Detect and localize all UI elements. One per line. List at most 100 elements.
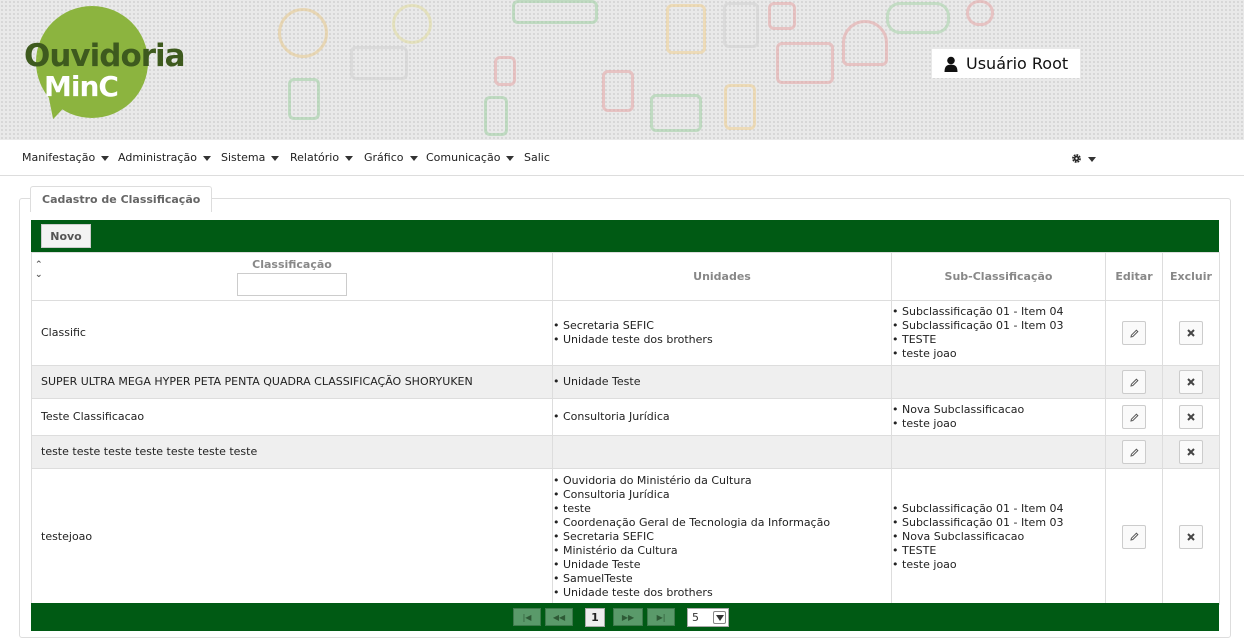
edit-button[interactable] bbox=[1122, 405, 1146, 429]
sub-classificacao-item: Subclassificação 01 - Item 04 bbox=[892, 305, 1105, 319]
unidade-item: SamuelTeste bbox=[553, 572, 891, 586]
menu-sistema[interactable]: Sistema bbox=[221, 151, 280, 164]
classificacao-filter-input[interactable] bbox=[237, 272, 347, 296]
pencil-icon bbox=[1129, 447, 1139, 457]
column-editar: Editar bbox=[1105, 252, 1163, 301]
deco-briefcase-icon bbox=[776, 42, 834, 84]
column-classificacao[interactable]: ⌃ ⌄ Classificação bbox=[31, 252, 553, 301]
menu-manifestacao-label: Manifestação bbox=[22, 151, 96, 164]
deco-gamepad-icon bbox=[886, 2, 950, 34]
cell-classificacao: Teste Classificacao bbox=[31, 398, 553, 436]
unidade-item: Coordenação Geral de Tecnologia da Infor… bbox=[553, 516, 891, 530]
caret-down-icon bbox=[271, 156, 280, 161]
menu-sistema-label: Sistema bbox=[221, 151, 266, 164]
unidade-item: Ouvidoria do Ministério da Cultura bbox=[553, 474, 891, 488]
pencil-icon bbox=[1129, 412, 1139, 422]
first-page-icon[interactable]: |◀ bbox=[513, 608, 541, 626]
cell-sub-classificacao bbox=[891, 435, 1106, 469]
edit-button[interactable] bbox=[1122, 370, 1146, 394]
menu-grafico[interactable]: Gráfico bbox=[364, 151, 418, 164]
previous-page-icon[interactable]: ◀◀ bbox=[545, 608, 573, 626]
deco-headphones-icon bbox=[842, 20, 888, 66]
deco-hourglass-icon bbox=[494, 56, 516, 86]
delete-button[interactable] bbox=[1179, 370, 1203, 394]
cell-unidades: Unidade Teste bbox=[552, 365, 892, 399]
unidade-item: Unidade teste dos brothers bbox=[553, 333, 891, 347]
sub-classificacao-item: teste joao bbox=[892, 347, 1105, 361]
chevron-down-icon bbox=[713, 611, 726, 624]
menu-salic[interactable]: Salic bbox=[524, 151, 550, 164]
cell-editar bbox=[1105, 398, 1163, 436]
edit-button[interactable] bbox=[1122, 524, 1146, 549]
edit-button[interactable] bbox=[1122, 440, 1146, 464]
cell-excluir bbox=[1162, 468, 1220, 605]
next-page-icon[interactable]: ▶▶ bbox=[613, 608, 643, 626]
cell-unidades: Secretaria SEFICUnidade teste dos brothe… bbox=[552, 300, 892, 366]
rows-per-page-select[interactable]: 5 bbox=[687, 608, 729, 627]
logo-text-minc: MinC bbox=[44, 70, 119, 103]
caret-down-icon bbox=[409, 156, 418, 161]
unidade-item: Secretaria SEFIC bbox=[553, 319, 891, 333]
deco-save-icon bbox=[768, 2, 796, 30]
close-icon bbox=[1187, 532, 1195, 541]
delete-button[interactable] bbox=[1179, 321, 1203, 345]
current-page-button[interactable]: 1 bbox=[585, 608, 605, 627]
cell-excluir bbox=[1162, 435, 1220, 469]
table-row: testejoaoOuvidoria do Ministério da Cult… bbox=[31, 468, 1220, 605]
menu-relatorio[interactable]: Relatório bbox=[290, 151, 354, 164]
sub-classificacao-item: Nova Subclassificacao bbox=[892, 530, 1105, 544]
sort-icon[interactable]: ⌃ ⌄ bbox=[35, 260, 43, 280]
rows-per-page-value: 5 bbox=[692, 611, 699, 624]
delete-button[interactable] bbox=[1179, 440, 1203, 464]
cell-unidades bbox=[552, 435, 892, 469]
unidade-item: Unidade teste dos brothers bbox=[553, 586, 891, 600]
close-icon bbox=[1187, 378, 1195, 386]
column-classificacao-label: Classificação bbox=[252, 257, 332, 271]
sub-classificacao-item: teste joao bbox=[892, 417, 1105, 431]
menu-administracao[interactable]: Administração bbox=[118, 151, 211, 164]
cell-classificacao: Classific bbox=[31, 300, 553, 366]
table-row: Teste ClassificacaoConsultoria JurídicaN… bbox=[31, 398, 1220, 436]
pencil-icon bbox=[1129, 328, 1139, 338]
caret-down-icon bbox=[506, 156, 515, 161]
user-menu[interactable]: Usuário Root bbox=[932, 49, 1080, 78]
caret-down-icon bbox=[202, 156, 211, 161]
close-icon bbox=[1187, 329, 1195, 337]
cell-editar bbox=[1105, 365, 1163, 399]
unidade-item: Secretaria SEFIC bbox=[553, 530, 891, 544]
sub-classificacao-item: Subclassificação 01 - Item 03 bbox=[892, 516, 1105, 530]
sub-classificacao-item: TESTE bbox=[892, 544, 1105, 558]
pencil-icon bbox=[1129, 532, 1139, 541]
deco-phone-icon bbox=[278, 8, 328, 58]
gear-icon bbox=[1072, 154, 1081, 163]
header-banner: Ouvidoria MinC Usuário Root bbox=[0, 0, 1244, 140]
column-excluir: Excluir bbox=[1162, 252, 1220, 301]
cell-sub-classificacao: Subclassificação 01 - Item 04Subclassifi… bbox=[891, 300, 1106, 366]
menu-manifestacao[interactable]: Manifestação bbox=[22, 151, 110, 164]
delete-button[interactable] bbox=[1179, 524, 1203, 549]
classification-table: ⌃ ⌄ Classificação Unidades Sub-Classifica… bbox=[31, 252, 1220, 605]
deco-folder-icon bbox=[350, 46, 408, 80]
table-row: teste teste teste teste teste teste test… bbox=[31, 435, 1220, 469]
deco-camera-icon bbox=[650, 94, 702, 132]
settings-menu[interactable] bbox=[1071, 153, 1096, 164]
caret-down-icon bbox=[101, 156, 110, 161]
main-menu: Manifestação Administração Sistema Relat… bbox=[0, 140, 1244, 176]
unidade-item: Ministério da Cultura bbox=[553, 544, 891, 558]
last-page-icon[interactable]: ▶| bbox=[647, 608, 675, 626]
delete-button[interactable] bbox=[1179, 405, 1203, 429]
cell-classificacao: SUPER ULTRA MEGA HYPER PETA PENTA QUADRA… bbox=[31, 365, 553, 399]
unidade-item: teste bbox=[553, 502, 891, 516]
new-button[interactable]: Novo bbox=[41, 224, 91, 248]
cell-unidades: Ouvidoria do Ministério da CulturaConsul… bbox=[552, 468, 892, 605]
sub-classificacao-item: Subclassificação 01 - Item 04 bbox=[892, 502, 1105, 516]
sub-classificacao-item: teste joao bbox=[892, 558, 1105, 572]
sub-classificacao-item: TESTE bbox=[892, 333, 1105, 347]
caret-down-icon bbox=[1088, 157, 1096, 162]
deco-keyboard-icon bbox=[512, 0, 598, 24]
menu-comunicacao[interactable]: Comunicação bbox=[426, 151, 515, 164]
column-sub-classificacao: Sub-Classificação bbox=[891, 252, 1106, 301]
user-name: Usuário Root bbox=[966, 54, 1069, 73]
edit-button[interactable] bbox=[1122, 321, 1146, 345]
menu-relatorio-label: Relatório bbox=[290, 151, 340, 164]
